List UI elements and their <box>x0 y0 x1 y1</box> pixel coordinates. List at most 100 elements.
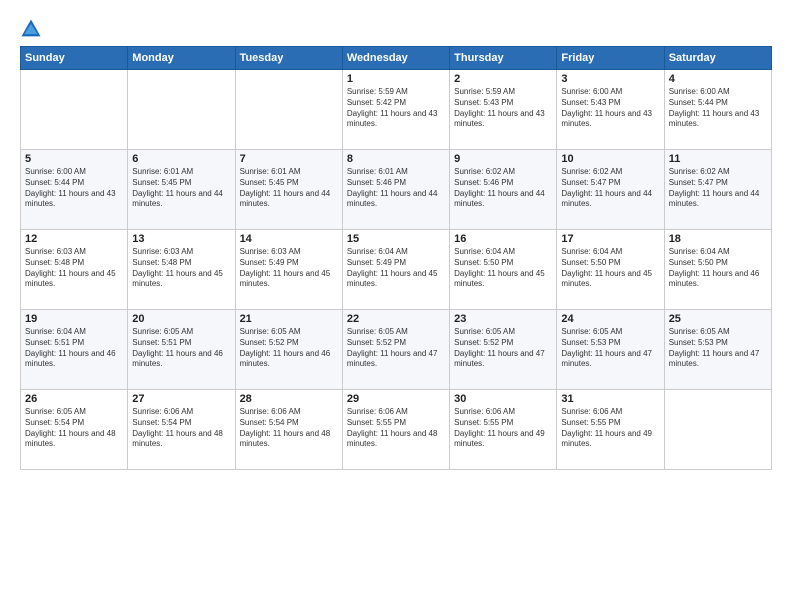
sunset: Sunset: 5:54 PM <box>25 418 84 427</box>
sunrise: Sunrise: 6:00 AM <box>25 167 86 176</box>
day-number: 4 <box>669 73 767 85</box>
daylight: Daylight: 11 hours and 47 minutes. <box>347 349 438 369</box>
day-info: Sunrise: 6:06 AM Sunset: 5:54 PM Dayligh… <box>132 407 230 450</box>
calendar-cell: 1 Sunrise: 5:59 AM Sunset: 5:42 PM Dayli… <box>342 70 449 150</box>
calendar-cell: 3 Sunrise: 6:00 AM Sunset: 5:43 PM Dayli… <box>557 70 664 150</box>
day-info: Sunrise: 6:06 AM Sunset: 5:54 PM Dayligh… <box>240 407 338 450</box>
weekday-header: Thursday <box>450 47 557 70</box>
sunrise: Sunrise: 6:01 AM <box>240 167 301 176</box>
sunset: Sunset: 5:47 PM <box>561 178 620 187</box>
sunset: Sunset: 5:50 PM <box>669 258 728 267</box>
calendar-cell: 16 Sunrise: 6:04 AM Sunset: 5:50 PM Dayl… <box>450 230 557 310</box>
day-info: Sunrise: 6:05 AM Sunset: 5:53 PM Dayligh… <box>561 327 659 370</box>
day-info: Sunrise: 6:03 AM Sunset: 5:49 PM Dayligh… <box>240 247 338 290</box>
daylight: Daylight: 11 hours and 46 minutes. <box>25 349 116 369</box>
daylight: Daylight: 11 hours and 46 minutes. <box>132 349 223 369</box>
daylight: Daylight: 11 hours and 43 minutes. <box>347 109 438 129</box>
calendar-cell: 7 Sunrise: 6:01 AM Sunset: 5:45 PM Dayli… <box>235 150 342 230</box>
sunset: Sunset: 5:51 PM <box>132 338 191 347</box>
calendar-cell: 5 Sunrise: 6:00 AM Sunset: 5:44 PM Dayli… <box>21 150 128 230</box>
daylight: Daylight: 11 hours and 47 minutes. <box>561 349 652 369</box>
calendar-cell: 11 Sunrise: 6:02 AM Sunset: 5:47 PM Dayl… <box>664 150 771 230</box>
day-info: Sunrise: 6:04 AM Sunset: 5:51 PM Dayligh… <box>25 327 123 370</box>
day-info: Sunrise: 6:05 AM Sunset: 5:52 PM Dayligh… <box>347 327 445 370</box>
sunset: Sunset: 5:48 PM <box>132 258 191 267</box>
day-info: Sunrise: 6:06 AM Sunset: 5:55 PM Dayligh… <box>454 407 552 450</box>
daylight: Daylight: 11 hours and 45 minutes. <box>132 269 223 289</box>
sunrise: Sunrise: 6:00 AM <box>669 87 730 96</box>
calendar-header-row: SundayMondayTuesdayWednesdayThursdayFrid… <box>21 47 772 70</box>
daylight: Daylight: 11 hours and 44 minutes. <box>561 189 652 209</box>
sunrise: Sunrise: 6:06 AM <box>240 407 301 416</box>
day-number: 27 <box>132 393 230 405</box>
daylight: Daylight: 11 hours and 43 minutes. <box>561 109 652 129</box>
sunset: Sunset: 5:49 PM <box>347 258 406 267</box>
sunset: Sunset: 5:44 PM <box>669 98 728 107</box>
calendar-cell <box>128 70 235 150</box>
day-info: Sunrise: 6:03 AM Sunset: 5:48 PM Dayligh… <box>132 247 230 290</box>
daylight: Daylight: 11 hours and 43 minutes. <box>454 109 545 129</box>
sunrise: Sunrise: 6:03 AM <box>240 247 301 256</box>
day-info: Sunrise: 6:00 AM Sunset: 5:44 PM Dayligh… <box>669 87 767 130</box>
calendar-cell: 19 Sunrise: 6:04 AM Sunset: 5:51 PM Dayl… <box>21 310 128 390</box>
logo-icon <box>20 18 42 40</box>
daylight: Daylight: 11 hours and 45 minutes. <box>347 269 438 289</box>
calendar-cell: 28 Sunrise: 6:06 AM Sunset: 5:54 PM Dayl… <box>235 390 342 470</box>
weekday-header: Saturday <box>664 47 771 70</box>
day-info: Sunrise: 5:59 AM Sunset: 5:43 PM Dayligh… <box>454 87 552 130</box>
calendar-cell: 4 Sunrise: 6:00 AM Sunset: 5:44 PM Dayli… <box>664 70 771 150</box>
sunset: Sunset: 5:45 PM <box>132 178 191 187</box>
sunset: Sunset: 5:55 PM <box>454 418 513 427</box>
sunrise: Sunrise: 6:02 AM <box>561 167 622 176</box>
day-number: 17 <box>561 233 659 245</box>
day-number: 26 <box>25 393 123 405</box>
calendar-cell <box>235 70 342 150</box>
day-number: 15 <box>347 233 445 245</box>
day-info: Sunrise: 6:05 AM Sunset: 5:53 PM Dayligh… <box>669 327 767 370</box>
daylight: Daylight: 11 hours and 44 minutes. <box>240 189 331 209</box>
day-number: 6 <box>132 153 230 165</box>
sunset: Sunset: 5:43 PM <box>454 98 513 107</box>
weekday-header: Wednesday <box>342 47 449 70</box>
calendar-table: SundayMondayTuesdayWednesdayThursdayFrid… <box>20 46 772 470</box>
weekday-header: Monday <box>128 47 235 70</box>
day-number: 25 <box>669 313 767 325</box>
sunrise: Sunrise: 6:06 AM <box>454 407 515 416</box>
daylight: Daylight: 11 hours and 45 minutes. <box>561 269 652 289</box>
calendar-week-row: 19 Sunrise: 6:04 AM Sunset: 5:51 PM Dayl… <box>21 310 772 390</box>
sunrise: Sunrise: 6:05 AM <box>454 327 515 336</box>
sunset: Sunset: 5:53 PM <box>669 338 728 347</box>
calendar-cell: 29 Sunrise: 6:06 AM Sunset: 5:55 PM Dayl… <box>342 390 449 470</box>
sunset: Sunset: 5:48 PM <box>25 258 84 267</box>
logo <box>20 18 46 40</box>
calendar-week-row: 26 Sunrise: 6:05 AM Sunset: 5:54 PM Dayl… <box>21 390 772 470</box>
day-number: 28 <box>240 393 338 405</box>
day-number: 11 <box>669 153 767 165</box>
day-number: 22 <box>347 313 445 325</box>
day-info: Sunrise: 6:01 AM Sunset: 5:45 PM Dayligh… <box>240 167 338 210</box>
day-info: Sunrise: 6:04 AM Sunset: 5:50 PM Dayligh… <box>669 247 767 290</box>
day-info: Sunrise: 6:02 AM Sunset: 5:47 PM Dayligh… <box>669 167 767 210</box>
sunrise: Sunrise: 5:59 AM <box>347 87 408 96</box>
day-number: 19 <box>25 313 123 325</box>
sunrise: Sunrise: 6:01 AM <box>132 167 193 176</box>
day-number: 21 <box>240 313 338 325</box>
day-number: 2 <box>454 73 552 85</box>
calendar-week-row: 12 Sunrise: 6:03 AM Sunset: 5:48 PM Dayl… <box>21 230 772 310</box>
calendar-week-row: 1 Sunrise: 5:59 AM Sunset: 5:42 PM Dayli… <box>21 70 772 150</box>
calendar-cell: 18 Sunrise: 6:04 AM Sunset: 5:50 PM Dayl… <box>664 230 771 310</box>
day-number: 9 <box>454 153 552 165</box>
calendar-cell: 31 Sunrise: 6:06 AM Sunset: 5:55 PM Dayl… <box>557 390 664 470</box>
calendar-cell: 20 Sunrise: 6:05 AM Sunset: 5:51 PM Dayl… <box>128 310 235 390</box>
calendar-week-row: 5 Sunrise: 6:00 AM Sunset: 5:44 PM Dayli… <box>21 150 772 230</box>
daylight: Daylight: 11 hours and 44 minutes. <box>454 189 545 209</box>
daylight: Daylight: 11 hours and 48 minutes. <box>240 429 331 449</box>
daylight: Daylight: 11 hours and 48 minutes. <box>25 429 116 449</box>
day-number: 20 <box>132 313 230 325</box>
calendar-cell: 2 Sunrise: 5:59 AM Sunset: 5:43 PM Dayli… <box>450 70 557 150</box>
day-info: Sunrise: 6:04 AM Sunset: 5:49 PM Dayligh… <box>347 247 445 290</box>
calendar-cell: 6 Sunrise: 6:01 AM Sunset: 5:45 PM Dayli… <box>128 150 235 230</box>
daylight: Daylight: 11 hours and 45 minutes. <box>25 269 116 289</box>
daylight: Daylight: 11 hours and 47 minutes. <box>669 349 760 369</box>
day-info: Sunrise: 6:05 AM Sunset: 5:52 PM Dayligh… <box>454 327 552 370</box>
